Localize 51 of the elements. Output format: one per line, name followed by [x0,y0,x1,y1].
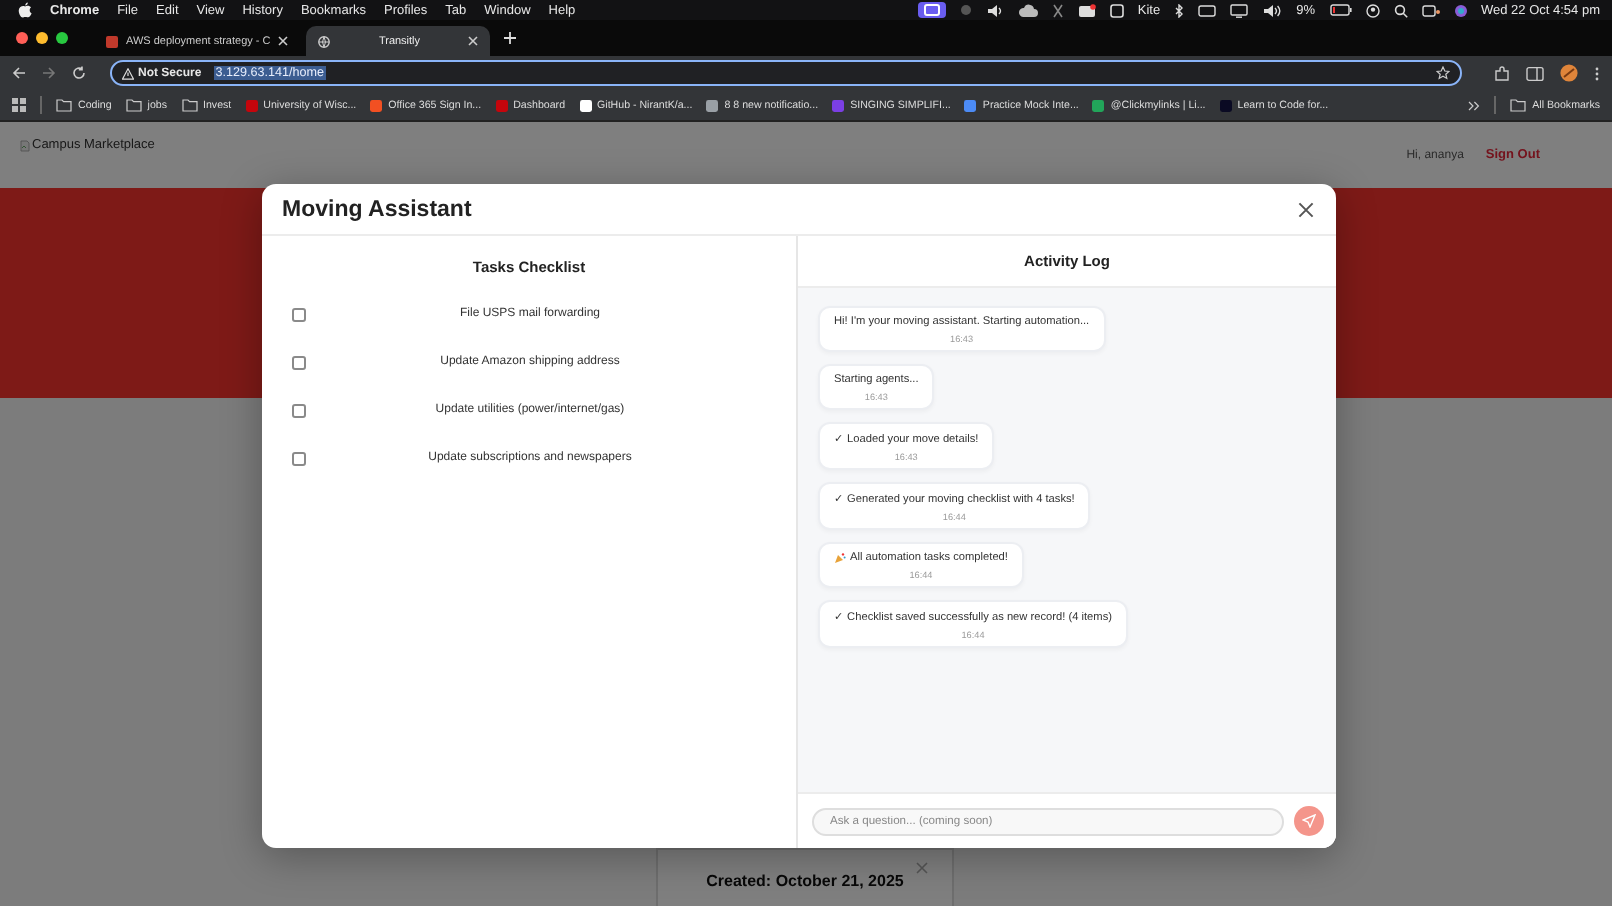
close-icon[interactable] [1298,201,1314,217]
volume-icon[interactable] [1262,3,1283,17]
broken-image-icon [20,139,30,151]
close-window-button[interactable] [16,32,28,44]
dot-icon[interactable] [959,4,972,16]
favicon-icon [495,99,508,111]
party-popper-icon [834,552,846,564]
favicon-icon [1092,99,1105,111]
forward-icon[interactable] [42,66,56,80]
document-favicon-icon [106,35,118,47]
new-tab-icon[interactable] [504,32,517,44]
favicon-icon [832,99,845,111]
favicon-icon [1219,99,1232,111]
created-date: Created: October 21, 2025 [706,872,904,894]
star-icon[interactable] [1436,66,1450,80]
cloud-icon[interactable] [1017,3,1038,17]
apple-logo-icon [18,2,32,18]
monitor-icon[interactable] [1230,3,1249,17]
bluetooth-icon[interactable] [1174,3,1185,17]
warning-icon [122,67,134,79]
zoom-window-button[interactable] [56,32,68,44]
side-panel-icon[interactable] [1526,65,1544,81]
screen-share-button[interactable] [917,2,946,18]
minimize-window-button[interactable] [36,32,48,44]
avatar-icon[interactable] [1560,64,1578,82]
display-icon [923,4,940,16]
folder-icon [56,98,72,112]
favicon-icon [245,99,258,111]
favicon-icon [370,99,383,111]
search-icon[interactable] [1393,3,1407,17]
send-icon [1302,814,1316,828]
speaker-icon[interactable] [985,3,1004,17]
battery-icon[interactable] [1329,4,1351,16]
more-icon[interactable] [1594,65,1600,81]
checkbox[interactable] [292,307,306,321]
folder-icon [125,98,142,112]
checkbox[interactable] [292,451,306,465]
apps-grid-icon[interactable] [12,98,26,112]
chevron-icon[interactable] [1468,99,1481,111]
modal-title: Moving Assistant [282,197,472,221]
checkbox[interactable] [292,355,306,369]
folder-icon [181,98,198,112]
checkbox[interactable] [292,403,306,417]
folder-icon [1510,98,1527,112]
favicon-icon [579,99,592,111]
back-icon[interactable] [12,66,26,80]
reload-icon[interactable] [72,66,86,80]
favicon-icon [706,99,719,111]
globe-icon [318,35,331,47]
favicon-icon [964,99,977,111]
extensions-icon[interactable] [1494,65,1510,81]
